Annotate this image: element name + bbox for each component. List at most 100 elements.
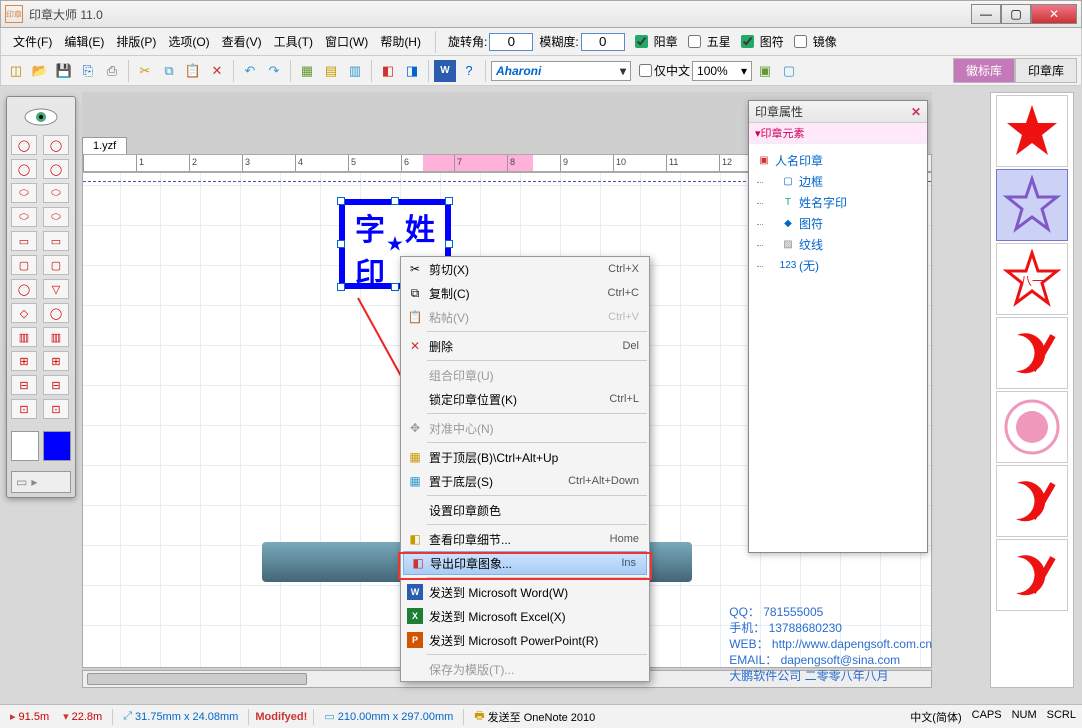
props-section[interactable]: ▾印章元素 xyxy=(749,123,927,144)
swatch-white[interactable] xyxy=(11,431,39,461)
tree-node[interactable]: ◆图符 xyxy=(753,213,923,234)
status-bar: ▸91.5m ▾22.8m ⤢31.75mm x 24.08mm Modifye… xyxy=(0,704,1082,728)
ctx-item[interactable]: 设置印章颜色 xyxy=(401,498,649,522)
ctx-item[interactable]: P发送到 Microsoft PowerPoint(R) xyxy=(401,628,649,652)
tree-node[interactable]: T姓名字印 xyxy=(753,192,923,213)
ctx-item[interactable]: W发送到 Microsoft Word(W) xyxy=(401,580,649,604)
menu-item[interactable]: 选项(O) xyxy=(162,31,215,52)
ctx-item[interactable]: ⧉复制(C)Ctrl+C xyxy=(401,281,649,305)
check-tufu[interactable] xyxy=(741,35,754,48)
emblem-item[interactable] xyxy=(996,317,1068,389)
close-button[interactable]: ✕ xyxy=(1031,4,1077,24)
paste-icon[interactable]: 📋 xyxy=(182,60,204,82)
tool-b-icon[interactable]: ▤ xyxy=(320,60,342,82)
menu-item[interactable]: 查看(V) xyxy=(216,31,268,52)
tool-d-icon[interactable]: ◧ xyxy=(377,60,399,82)
palette-tool[interactable]: ▢ xyxy=(11,255,37,275)
props-title: 印章属性 xyxy=(755,103,803,120)
emblem-library[interactable]: 八一 xyxy=(990,92,1074,688)
emblem-item[interactable] xyxy=(996,391,1068,463)
emblem-item[interactable]: 八一 xyxy=(996,243,1068,315)
menu-item[interactable]: 编辑(E) xyxy=(58,31,110,52)
tree-node[interactable]: ▨纹线 xyxy=(753,234,923,255)
menu-item[interactable]: 排版(P) xyxy=(110,31,162,52)
palette-footer[interactable]: ▭▸ xyxy=(11,471,71,493)
font-select[interactable]: Aharoni▾ xyxy=(491,61,631,81)
menu-item[interactable]: 窗口(W) xyxy=(319,31,374,52)
tool-a-icon[interactable]: ▦ xyxy=(296,60,318,82)
palette-tool[interactable]: ▥ xyxy=(43,327,69,347)
palette-tool[interactable]: ▥ xyxy=(11,327,37,347)
ctx-item[interactable]: X发送到 Microsoft Excel(X) xyxy=(401,604,649,628)
document-tab[interactable]: 1.yzf xyxy=(82,137,127,155)
tool-c-icon[interactable]: ▥ xyxy=(344,60,366,82)
palette-tool[interactable]: ▭ xyxy=(43,231,69,251)
palette-tool[interactable]: ⊡ xyxy=(43,399,69,419)
zoom-a-icon[interactable]: ▣ xyxy=(754,60,776,82)
palette-tool[interactable]: ◇ xyxy=(11,303,37,323)
minimize-button[interactable]: — xyxy=(971,4,1001,24)
copy-icon[interactable]: ⧉ xyxy=(158,60,180,82)
palette-tool[interactable]: ◯ xyxy=(43,135,69,155)
palette-tool[interactable]: ⬭ xyxy=(43,183,69,203)
tree-node[interactable]: 123(无) xyxy=(753,255,923,276)
zoom-select[interactable]: 100%▾ xyxy=(692,61,752,81)
palette-tool[interactable]: ▽ xyxy=(43,279,69,299)
tab-stamp[interactable]: 印章库 xyxy=(1015,58,1077,83)
palette-tool[interactable]: ⬭ xyxy=(43,207,69,227)
palette-tool[interactable]: ▭ xyxy=(11,231,37,251)
palette-tool[interactable]: ⊟ xyxy=(43,375,69,395)
help-icon[interactable]: ? xyxy=(458,60,480,82)
saveas-icon[interactable]: ⎘ xyxy=(77,60,99,82)
emblem-item[interactable] xyxy=(996,465,1068,537)
delete-icon[interactable]: ✕ xyxy=(206,60,228,82)
ctx-item[interactable]: 锁定印章位置(K)Ctrl+L xyxy=(401,387,649,411)
blur-input[interactable] xyxy=(581,33,625,51)
tree-node[interactable]: ▣人名印章 xyxy=(753,150,923,171)
menu-item[interactable]: 工具(T) xyxy=(268,31,319,52)
palette-tool[interactable]: ◯ xyxy=(11,159,37,179)
palette-tool[interactable]: ◯ xyxy=(11,135,37,155)
palette-tool[interactable]: ⊟ xyxy=(11,375,37,395)
palette-tool[interactable]: ◯ xyxy=(43,303,69,323)
swatch-blue[interactable] xyxy=(43,431,71,461)
palette-tool[interactable]: ⊡ xyxy=(11,399,37,419)
check-chinese-only[interactable] xyxy=(639,64,652,77)
props-close-icon[interactable]: ✕ xyxy=(911,105,921,119)
palette-tool[interactable]: ⬭ xyxy=(11,183,37,203)
print-icon[interactable]: ⎙ xyxy=(101,60,123,82)
palette-tool[interactable]: ⊞ xyxy=(11,351,37,371)
ctx-item[interactable]: ◧查看印章细节...Home xyxy=(401,527,649,551)
palette-tool[interactable]: ⊞ xyxy=(43,351,69,371)
tab-emblem[interactable]: 徽标库 xyxy=(953,58,1015,83)
menu-item[interactable]: 文件(F) xyxy=(7,31,58,52)
ctx-item[interactable]: ✂剪切(X)Ctrl+X xyxy=(401,257,649,281)
word-icon[interactable]: W xyxy=(434,60,456,82)
emblem-item[interactable] xyxy=(996,169,1068,241)
check-yang[interactable] xyxy=(635,35,648,48)
maximize-button[interactable]: ▢ xyxy=(1001,4,1031,24)
tree-node[interactable]: ▢边框 xyxy=(753,171,923,192)
redo-icon[interactable]: ↷ xyxy=(263,60,285,82)
tool-e-icon[interactable]: ◨ xyxy=(401,60,423,82)
save-icon[interactable]: 💾 xyxy=(53,60,75,82)
cut-icon[interactable]: ✂ xyxy=(134,60,156,82)
open-icon[interactable]: 📂 xyxy=(29,60,51,82)
palette-tool[interactable]: ⬭ xyxy=(11,207,37,227)
check-mirror[interactable] xyxy=(794,35,807,48)
ctx-item[interactable]: ▦置于顶层(B)\Ctrl+Alt+Up xyxy=(401,445,649,469)
zoom-b-icon[interactable]: ▢ xyxy=(778,60,800,82)
ctx-item[interactable]: ▦置于底层(S)Ctrl+Alt+Down xyxy=(401,469,649,493)
palette-tool[interactable]: ◯ xyxy=(43,159,69,179)
emblem-item[interactable] xyxy=(996,539,1068,611)
undo-icon[interactable]: ↶ xyxy=(239,60,261,82)
palette-tool[interactable]: ◯ xyxy=(11,279,37,299)
menu-item[interactable]: 帮助(H) xyxy=(374,31,427,52)
palette-tool[interactable]: ▢ xyxy=(43,255,69,275)
ctx-item[interactable]: ◧导出印章图象...Ins xyxy=(403,551,647,575)
emblem-item[interactable] xyxy=(996,95,1068,167)
check-wuxing[interactable] xyxy=(688,35,701,48)
rotate-input[interactable] xyxy=(489,33,533,51)
new-icon[interactable]: ◫ xyxy=(5,60,27,82)
ctx-item[interactable]: ✕删除Del xyxy=(401,334,649,358)
